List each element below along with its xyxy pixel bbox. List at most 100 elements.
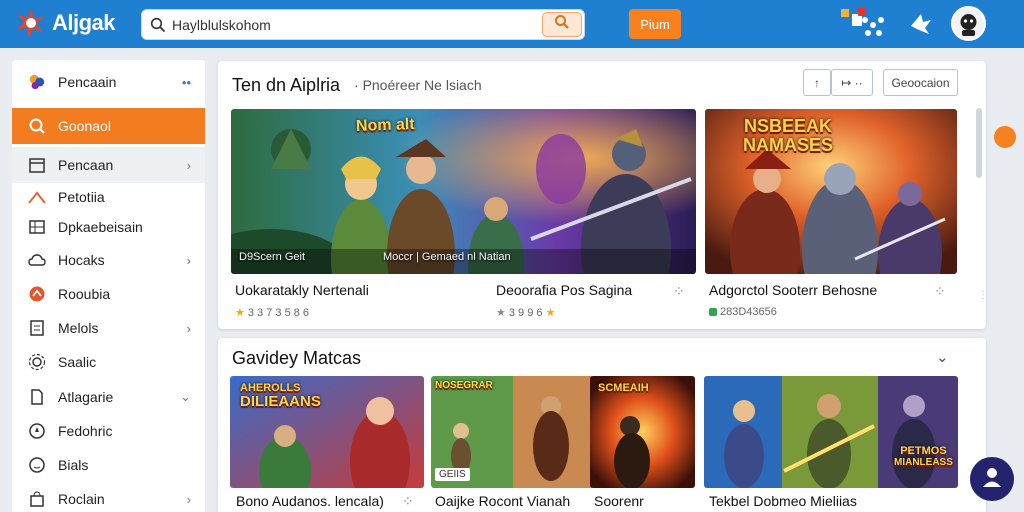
puzzle-icon: [28, 73, 46, 91]
sidebar-item-dpkaebeisain[interactable]: Dpkaebeisain: [12, 210, 205, 244]
banner-label-left: D9Scern Geit: [239, 251, 306, 263]
chat-button[interactable]: [970, 457, 1014, 501]
sidebar-item-roclain[interactable]: Roclain ›: [12, 482, 205, 512]
search-input[interactable]: [172, 10, 552, 39]
star-icon: ★: [235, 307, 245, 319]
sidebar-item-rooubia[interactable]: Rooubia: [12, 277, 205, 311]
more-options-button[interactable]: ↦ ··: [831, 69, 873, 96]
featured-card-image[interactable]: NSBEEAK NAMASES: [705, 109, 957, 274]
banner-label-right: Moccr | Gemaed nl Natian: [383, 251, 511, 263]
scroll-indicator[interactable]: [994, 126, 1016, 148]
featured-panel: Ten dn Aiplria · Pnoéreer Ne lsiach ↑ ↦ …: [218, 61, 986, 329]
match-card-image[interactable]: NOSEGRAR GEIIS: [431, 376, 595, 488]
file-icon: [28, 388, 46, 406]
calendar-icon: [28, 156, 46, 174]
card-art-title: PETMOS MIANLEASS: [894, 445, 953, 469]
card-art-title: SCMEAIH: [598, 382, 649, 394]
drag-handle-icon[interactable]: ⋮: [978, 291, 988, 301]
search-bar: [141, 9, 585, 40]
sidebar-item-label: Rooubia: [58, 286, 111, 302]
grid-icon: [28, 218, 46, 236]
search-icon: [28, 117, 46, 135]
chevron-right-icon: ›: [186, 252, 191, 268]
bag-icon: [28, 490, 46, 508]
scrollbar[interactable]: [976, 108, 982, 178]
star-icon: ★: [545, 307, 556, 319]
top-bar: Aljgak Pium: [0, 0, 1024, 48]
card-menu-icon[interactable]: ⁘: [402, 493, 414, 510]
sidebar-item-label: Atlagarie: [58, 389, 114, 405]
sidebar-item-label: Pencaan: [58, 157, 114, 173]
document-icon: [28, 319, 46, 337]
avatar[interactable]: [951, 6, 986, 41]
arrow-up-icon: ↑: [814, 75, 820, 90]
matches-panel: Gavidey Matcas ⌄ AHEROLLS DILIEAANS Bono…: [218, 338, 986, 512]
chevron-right-icon: ›: [186, 320, 191, 336]
sort-button[interactable]: ↑: [803, 69, 831, 96]
heroes-group-artwork: [704, 376, 958, 488]
more-icon[interactable]: ••: [182, 75, 191, 90]
card-title[interactable]: Adgorctol Sooterr Behosne: [709, 282, 877, 298]
app-logo[interactable]: Aljgak: [14, 6, 116, 40]
badge-icon: [28, 285, 46, 303]
card-title[interactable]: Soorenr: [594, 493, 644, 509]
section-subtitle: · Pnoéreer Ne lsiach: [354, 77, 482, 93]
bird-icon[interactable]: [906, 9, 936, 39]
sidebar-item-melols[interactable]: Melols ›: [12, 311, 205, 345]
app-name: Aljgak: [52, 10, 116, 35]
sidebar-item-label: Pencaain: [58, 74, 117, 90]
smile-icon: [28, 456, 46, 474]
card-title[interactable]: Tekbel Dobmeo Mieliias: [709, 493, 857, 509]
sidebar-item-pencaain[interactable]: Pencaain ••: [12, 65, 205, 99]
sidebar-item-label: Roclain: [58, 491, 105, 507]
compass-icon: [28, 422, 46, 440]
card-title[interactable]: Bono Audanos. lencala): [236, 493, 384, 509]
logo-mark-icon: [14, 6, 48, 40]
match-card-image[interactable]: SCMEAIH: [590, 376, 695, 488]
sidebar-item-bials[interactable]: Bials: [12, 448, 205, 482]
featured-banner[interactable]: Nom alt D9Scern Geit Moccr | Gemaed nl N…: [231, 109, 696, 274]
card-title[interactable]: Deoorafia Pos Sagina: [496, 282, 632, 298]
banner-art-title: Nom alt: [355, 115, 415, 136]
play-button[interactable]: Pium: [629, 9, 681, 39]
card-badge: GEIIS: [435, 468, 470, 481]
match-card-image[interactable]: AHEROLLS DILIEAANS: [230, 376, 424, 488]
sidebar-item-fedohric[interactable]: Fedohric: [12, 414, 205, 448]
card-menu-icon[interactable]: ⁘: [934, 283, 946, 300]
star-icon: ★: [496, 307, 506, 319]
search-icon: [150, 17, 166, 33]
user-icon: [980, 465, 1004, 494]
chevron-right-icon: ›: [186, 157, 191, 173]
chevron-down-icon[interactable]: ⌄: [936, 348, 949, 366]
sidebar-item-label: Saalic: [58, 354, 97, 370]
card-art-title: NSBEEAK NAMASES: [743, 116, 834, 155]
search-icon: [554, 14, 570, 35]
sidebar-item-pencaan[interactable]: Pencaan ›: [12, 147, 205, 183]
sidebar-item-atlagarie[interactable]: Atlagarie ⌄: [12, 380, 205, 414]
sidebar-item-label: Bials: [58, 457, 89, 473]
more-icon: ↦ ··: [841, 75, 863, 90]
sidebar-item-label: Petotiia: [58, 189, 105, 205]
card-title[interactable]: Oaijke Rocont Vianah: [435, 493, 570, 509]
sidebar-item-label: Hocaks: [58, 252, 105, 268]
sidebar-item-saalic[interactable]: Saalic: [12, 345, 205, 379]
share-icon[interactable]: [858, 10, 888, 40]
card-meta: ★ 3 3 7 3 5 8 6: [235, 306, 310, 320]
sidebar-item-petotiia[interactable]: Petotiia: [12, 180, 205, 214]
sidebar-item-goonaol[interactable]: Goonaol: [12, 108, 205, 144]
card-meta: 283D43656: [709, 306, 777, 318]
gear-icon: [28, 353, 46, 371]
location-button[interactable]: Geoocaion: [883, 69, 958, 96]
match-card-image[interactable]: PETMOS MIANLEASS: [704, 376, 958, 488]
chevron-down-icon: ⌄: [180, 389, 191, 404]
sidebar-item-hocaks[interactable]: Hocaks ›: [12, 243, 205, 277]
card-title[interactable]: Uokaratakly Nertenali: [235, 282, 369, 298]
mountain-icon: [28, 188, 46, 206]
sidebar-item-label: Goonaol: [58, 118, 111, 134]
section-title: Ten dn Aiplria: [232, 75, 341, 95]
fantasy-heroes-artwork: [231, 109, 696, 274]
card-meta: ★ 3 9 9 6 ★: [496, 306, 556, 320]
card-menu-icon[interactable]: ⁘: [673, 283, 685, 300]
sidebar-item-label: Dpkaebeisain: [58, 219, 143, 235]
search-button[interactable]: [542, 12, 582, 37]
